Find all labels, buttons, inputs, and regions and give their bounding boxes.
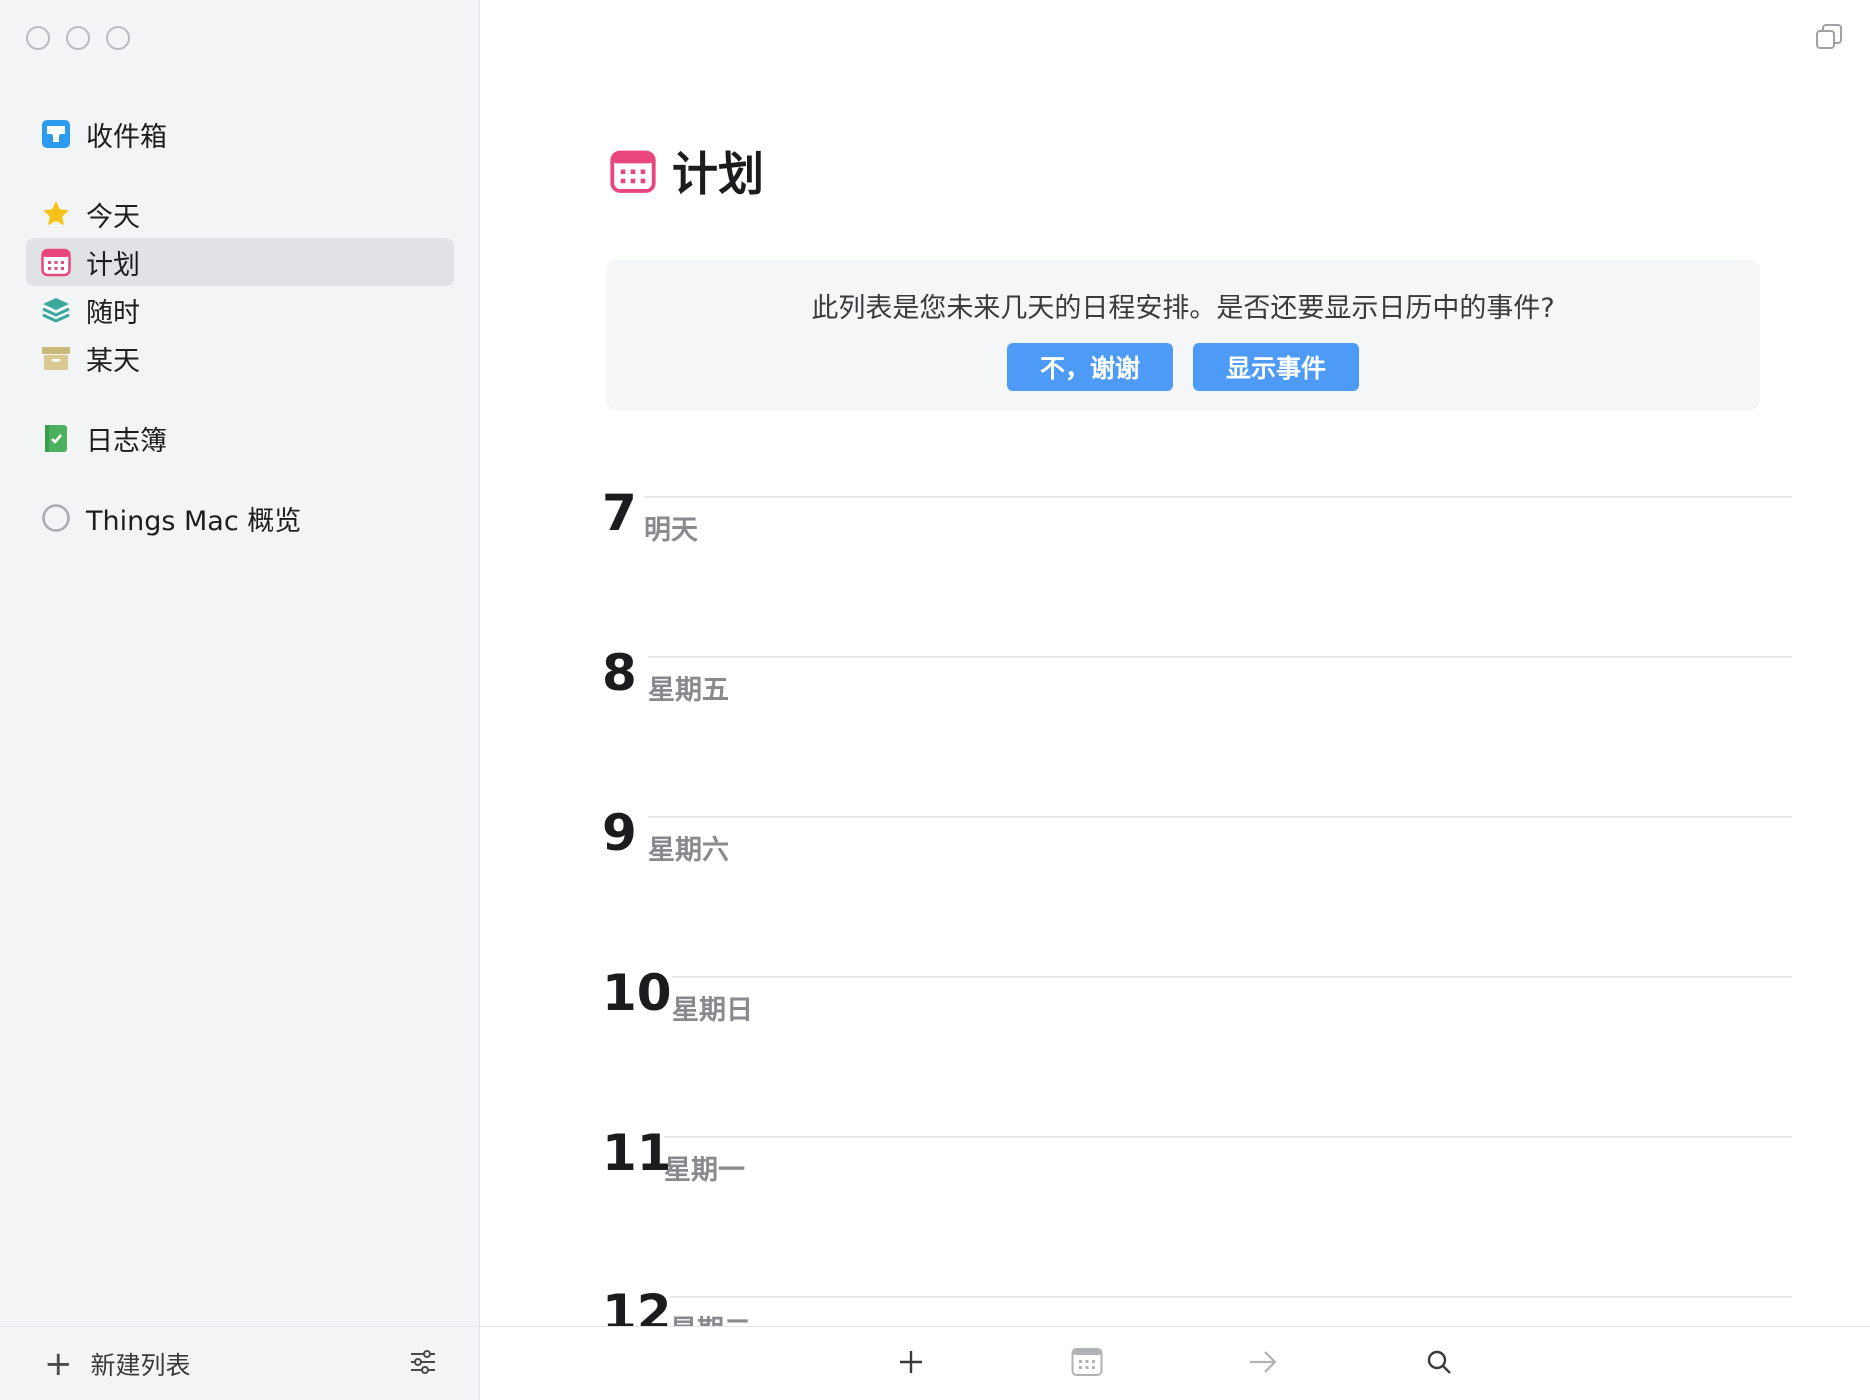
day-section: 9 星期六	[602, 800, 1792, 960]
layers-icon	[40, 294, 72, 326]
day-section: 10 星期日	[602, 960, 1792, 1120]
close-window-button[interactable]	[26, 26, 50, 50]
sidebar-item-anytime[interactable]: 随时	[26, 286, 454, 334]
day-number: 8	[602, 644, 637, 702]
sidebar-item-label: 今天	[86, 201, 140, 233]
circle-icon	[40, 502, 72, 534]
sidebar: 收件箱 今天 计划 随时 某天 日志簿 Things Mac 概览 + 新建列表	[0, 0, 480, 1400]
sidebar-item-upcoming[interactable]: 计划	[26, 238, 454, 286]
no-thanks-button[interactable]: 不，谢谢	[1007, 343, 1173, 391]
inbox-icon	[40, 118, 72, 150]
day-section: 8 星期五	[602, 640, 1792, 800]
sidebar-item-today[interactable]: 今天	[26, 190, 454, 238]
day-number: 9	[602, 804, 637, 862]
day-label: 星期日	[672, 995, 753, 1026]
day-divider	[664, 1136, 1792, 1138]
search-button[interactable]	[1421, 1346, 1457, 1382]
new-window-button[interactable]	[1814, 22, 1844, 52]
day-divider	[672, 976, 1792, 978]
page-header: 计划	[610, 138, 764, 204]
arrow-right-icon	[1248, 1349, 1278, 1379]
calendar-events-banner: 此列表是您未来几天的日程安排。是否还要显示日历中的事件? 不，谢谢 显示事件	[606, 260, 1760, 410]
minimize-window-button[interactable]	[66, 26, 90, 50]
sidebar-item-label: 随时	[86, 297, 140, 329]
day-divider	[670, 1296, 1792, 1298]
new-list-label: 新建列表	[90, 1350, 191, 1380]
search-icon	[1425, 1348, 1453, 1380]
app-window: 收件箱 今天 计划 随时 某天 日志簿 Things Mac 概览 + 新建列表…	[0, 0, 1870, 1400]
new-list-button[interactable]: + 新建列表	[44, 1346, 191, 1382]
day-label: 明天	[644, 515, 698, 546]
calendar-icon	[40, 246, 72, 278]
sidebar-item-label: 收件箱	[86, 121, 167, 153]
sidebar-item-inbox[interactable]: 收件箱	[26, 110, 454, 158]
day-number: 11	[602, 1124, 672, 1182]
schedule-button[interactable]	[1069, 1346, 1105, 1382]
archive-box-icon	[40, 342, 72, 374]
page-title: 计划	[672, 147, 764, 201]
sidebar-item-logbook[interactable]: 日志簿	[26, 414, 454, 462]
calendar-icon	[610, 148, 656, 194]
day-divider	[648, 816, 1792, 818]
day-number: 7	[602, 484, 637, 542]
day-label: 星期一	[664, 1155, 745, 1186]
sliders-icon	[408, 1347, 438, 1381]
day-label: 星期六	[648, 835, 729, 866]
upcoming-days-list: 7 明天 8 星期五 9 星期六 10 星期日 11 星期一 12	[602, 480, 1792, 1400]
sidebar-item-label: 日志簿	[86, 425, 167, 457]
zoom-window-button[interactable]	[106, 26, 130, 50]
calendar-icon	[1071, 1347, 1103, 1381]
new-todo-button[interactable]	[893, 1346, 929, 1382]
day-label: 星期五	[648, 675, 729, 706]
day-divider	[648, 656, 1792, 658]
move-button[interactable]	[1245, 1346, 1281, 1382]
plus-icon	[897, 1348, 925, 1380]
sidebar-nav: 收件箱 今天 计划 随时 某天 日志簿 Things Mac 概览	[26, 110, 454, 542]
banner-message: 此列表是您未来几天的日程安排。是否还要显示日历中的事件?	[811, 293, 1555, 324]
main-panel: 计划 此列表是您未来几天的日程安排。是否还要显示日历中的事件? 不，谢谢 显示事…	[480, 0, 1870, 1400]
star-icon	[40, 198, 72, 230]
window-controls	[26, 26, 130, 50]
settings-sliders-button[interactable]	[406, 1347, 440, 1381]
day-number: 10	[602, 964, 672, 1022]
day-divider	[644, 496, 1792, 498]
logbook-icon	[40, 422, 72, 454]
plus-icon: +	[44, 1343, 73, 1384]
day-section: 11 星期一	[602, 1120, 1792, 1280]
sidebar-item-someday[interactable]: 某天	[26, 334, 454, 382]
sidebar-item-label: Things Mac 概览	[86, 505, 302, 537]
sidebar-item-project[interactable]: Things Mac 概览	[26, 494, 454, 542]
bottom-toolbar	[480, 1326, 1870, 1400]
show-events-button[interactable]: 显示事件	[1193, 343, 1359, 391]
sidebar-item-label: 计划	[86, 249, 140, 281]
sidebar-footer: + 新建列表	[0, 1326, 480, 1400]
day-section: 7 明天	[602, 480, 1792, 640]
sidebar-item-label: 某天	[86, 345, 140, 377]
copy-window-icon	[1814, 24, 1844, 56]
